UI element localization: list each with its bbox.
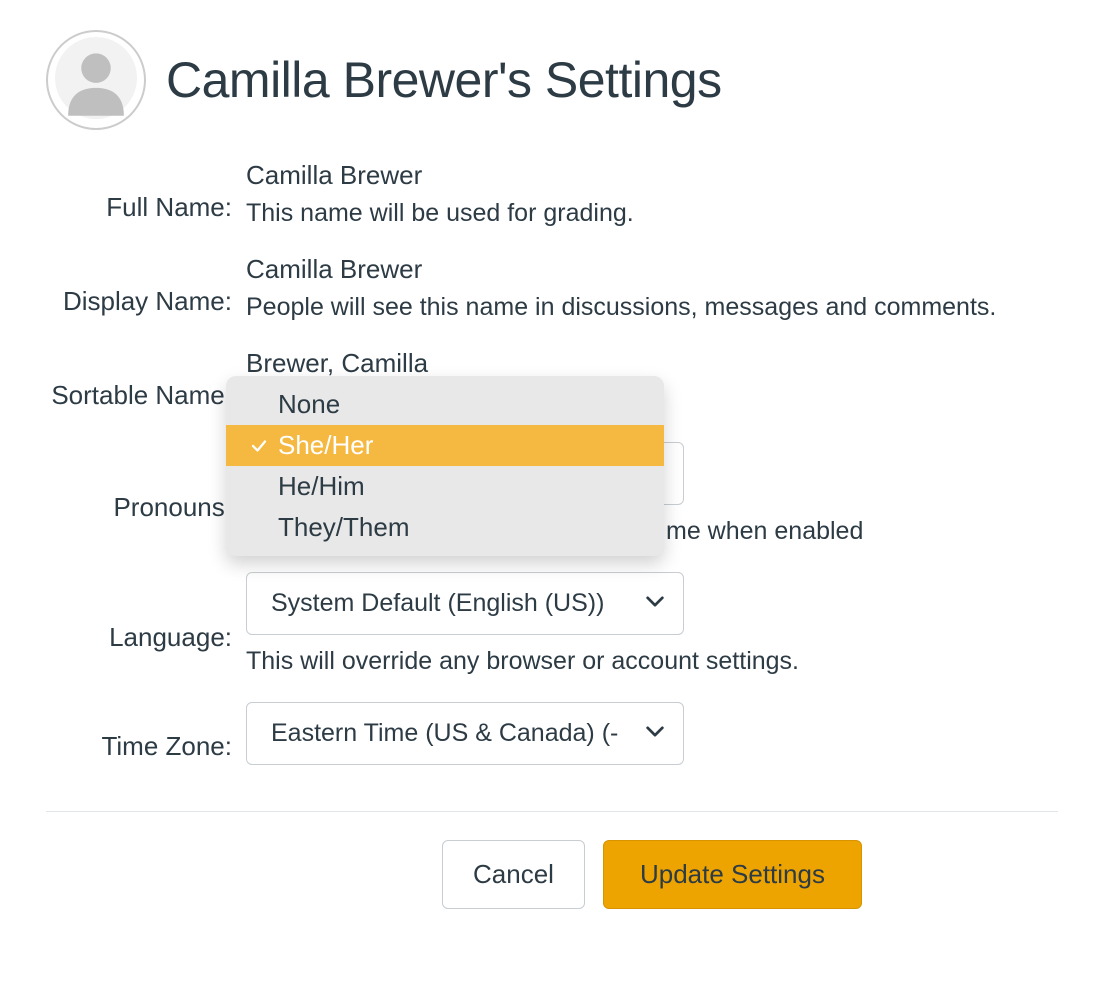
settings-form: Full Name: Camilla Brewer This name will… [46, 160, 1058, 791]
display-name-hint: People will see this name in discussions… [246, 293, 1058, 322]
sortable-name-value: Brewer, Camilla [246, 348, 1058, 379]
settings-header: Camilla Brewer's Settings [46, 30, 1058, 130]
sortable-name-label: Sortable Name: [46, 348, 246, 442]
pronouns-option-they-them[interactable]: They/Them [226, 507, 664, 548]
full-name-value: Camilla Brewer [246, 160, 1058, 191]
pronouns-option-none[interactable]: None [226, 384, 664, 425]
cancel-button[interactable]: Cancel [442, 840, 585, 909]
language-hint: This will override any browser or accoun… [246, 647, 1058, 676]
check-icon [246, 437, 272, 455]
update-settings-button[interactable]: Update Settings [603, 840, 862, 909]
avatar[interactable] [46, 30, 146, 130]
pronouns-dropdown: None She/Her He/Him They/Them [226, 376, 664, 556]
display-name-label: Display Name: [46, 254, 246, 348]
time-zone-label: Time Zone: [46, 702, 246, 791]
pronouns-option-she-her[interactable]: She/Her [226, 425, 664, 466]
pronouns-option-label: She/Her [278, 430, 373, 461]
time-zone-select[interactable]: Eastern Time (US & Canada) (- [246, 702, 684, 765]
pronouns-option-label: They/Them [278, 512, 410, 543]
pronouns-option-label: He/Him [278, 471, 365, 502]
display-name-value: Camilla Brewer [246, 254, 1058, 285]
language-select[interactable]: System Default (English (US)) [246, 572, 684, 635]
pronouns-option-he-him[interactable]: He/Him [226, 466, 664, 507]
full-name-hint: This name will be used for grading. [246, 199, 1058, 228]
page-title: Camilla Brewer's Settings [166, 51, 722, 109]
pronouns-label: Pronouns: [46, 442, 246, 572]
full-name-label: Full Name: [46, 160, 246, 254]
avatar-placeholder-icon [55, 37, 137, 124]
pronouns-option-label: None [278, 389, 340, 420]
divider [46, 811, 1058, 812]
language-label: Language: [46, 572, 246, 702]
form-actions: Cancel Update Settings [246, 840, 1058, 909]
